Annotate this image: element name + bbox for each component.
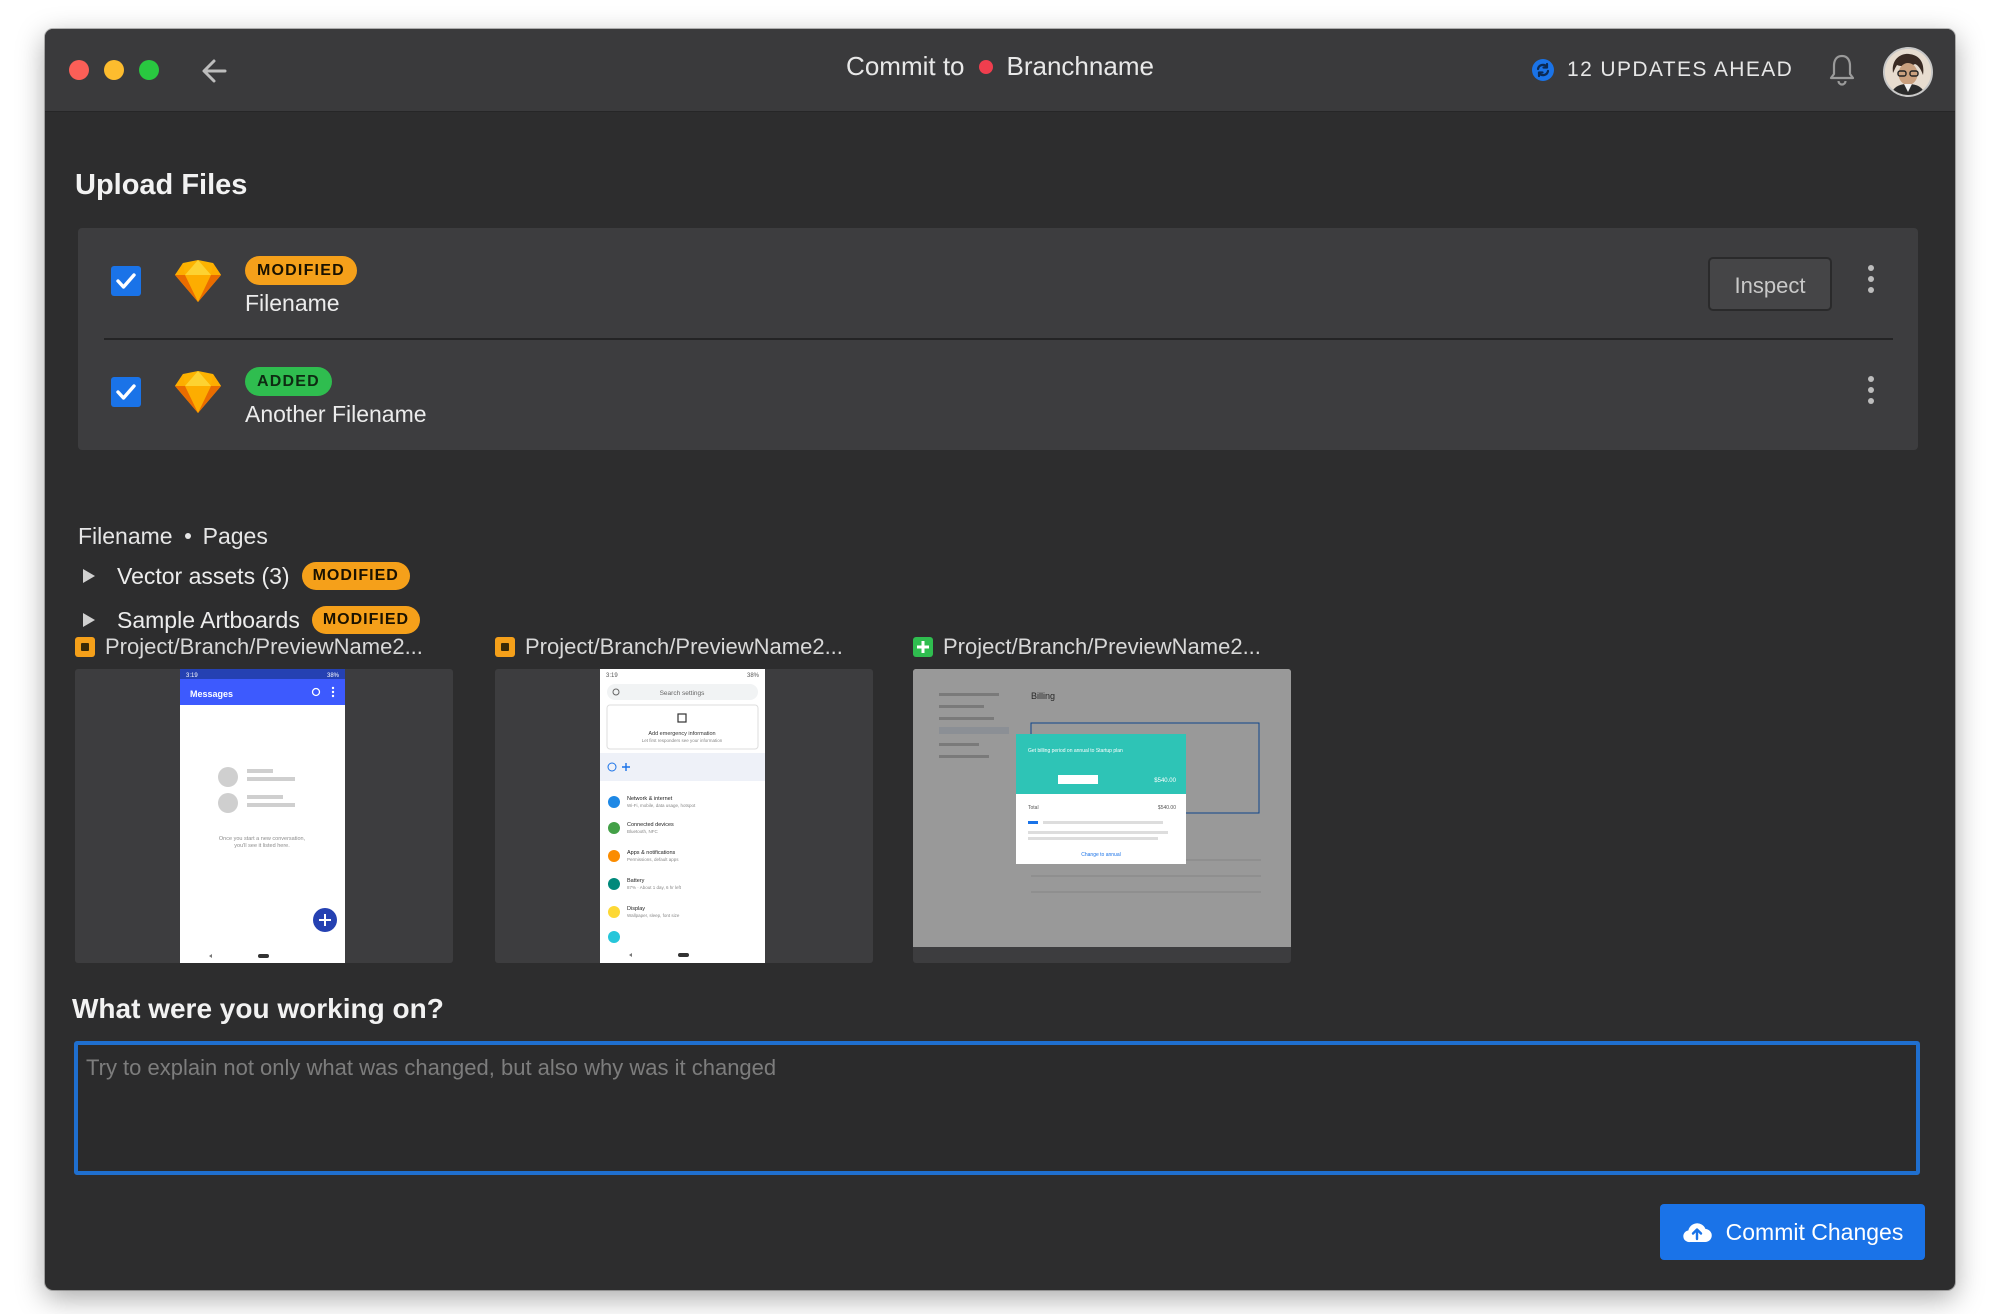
settings-item-subtitle: Permissions, default apps (627, 857, 679, 862)
preview-thumbnail: Billing Get billing period on annual to … (913, 669, 1291, 963)
settings-item-title: Battery (627, 878, 645, 884)
settings-item-subtitle: Bluetooth, NFC (627, 829, 659, 834)
settings-screen-thumbnail: 3:19 38% Search settings Add emergency i… (600, 669, 765, 963)
settings-item-title: Network & internet (627, 796, 673, 802)
preview-thumbnail: 3:19 38% Search settings Add emergency i… (495, 669, 873, 963)
preview-card[interactable]: Project/Branch/PreviewName2... 3:19 38% … (495, 625, 873, 963)
status-battery: 38% (327, 673, 340, 679)
breadcrumb-separator (184, 532, 191, 539)
card-title: Add emergency information (648, 731, 715, 737)
total-amount: $540.00 (1158, 805, 1176, 811)
settings-item-title: Connected devices (627, 822, 674, 828)
settings-item-subtitle: Wallpaper, sleep, font size (627, 913, 680, 918)
settings-item-subtitle: 87% · About 1 day, 6 hr left (627, 885, 682, 890)
breadcrumb-section[interactable]: Pages (203, 523, 268, 549)
branch-name[interactable]: Branchname (1007, 51, 1154, 81)
modified-square-icon (495, 637, 515, 657)
notifications-button[interactable] (1827, 53, 1857, 92)
modified-square-icon (75, 637, 95, 657)
file-name: Another Filename (245, 401, 427, 427)
avatar-image (1885, 49, 1931, 95)
inspect-button[interactable]: Inspect (1708, 257, 1832, 311)
modal-title: Get billing period on annual to Startup … (1028, 748, 1123, 754)
status-badge-modified: MODIFIED (245, 256, 357, 285)
upload-files-heading: Upload Files (75, 169, 248, 201)
file-checkbox[interactable] (111, 377, 141, 407)
tree-item-label: Vector assets (3) (117, 562, 290, 589)
updates-ahead-indicator[interactable]: 12 UPDATES AHEAD (1531, 55, 1793, 85)
tree-item-vector-assets[interactable]: Vector assets (3) MODIFIED (83, 560, 410, 592)
breadcrumb: Filename Pages (78, 523, 268, 550)
status-badge-modified: MODIFIED (301, 562, 410, 590)
modal-amount: $540.00 (1154, 778, 1176, 784)
file-name: Filename (245, 290, 340, 316)
branch-status-dot (978, 60, 993, 75)
file-checkbox[interactable] (111, 266, 141, 296)
more-options-icon[interactable] (1863, 376, 1879, 410)
status-time: 3:19 (186, 673, 198, 679)
updates-ahead-text: 12 UPDATES AHEAD (1567, 58, 1794, 81)
file-row[interactable]: ADDED Another Filename (78, 339, 1918, 449)
commit-message-input[interactable] (74, 1041, 1920, 1175)
total-label: Total (1028, 805, 1039, 811)
working-on-heading: What were you working on? (72, 993, 444, 1024)
messages-screen-thumbnail: 3:19 38% Messages Once you start a new c… (180, 669, 345, 963)
app-bar-title: Messages (190, 689, 233, 699)
added-plus-icon (913, 637, 933, 657)
settings-item-subtitle: Wi-Fi, mobile, data usage, hotspot (627, 803, 696, 808)
cloud-upload-icon (1682, 1223, 1712, 1243)
modal-link: Change to annual (1081, 852, 1120, 858)
billing-screen-thumbnail: Billing Get billing period on annual to … (913, 669, 1291, 947)
settings-item-title: Display (627, 906, 645, 912)
status-time: 3:19 (606, 673, 618, 679)
titlebar: Commit to Branchname 12 UPDATES AHEAD (45, 29, 1955, 112)
preview-label: Project/Branch/PreviewName2... (525, 634, 843, 659)
preview-card[interactable]: Project/Branch/PreviewName2... 3:19 38% … (75, 625, 453, 963)
more-options-icon[interactable] (1863, 265, 1879, 299)
preview-label: Project/Branch/PreviewName2... (105, 634, 423, 659)
status-badge-added: ADDED (245, 367, 332, 396)
title-prefix: Commit to (846, 51, 965, 81)
commit-changes-button[interactable]: Commit Changes (1660, 1204, 1925, 1260)
sketch-icon (175, 260, 221, 302)
commit-button-label: Commit Changes (1725, 1218, 1904, 1245)
bell-icon (1829, 54, 1855, 86)
preview-card[interactable]: Project/Branch/PreviewName2... Billing G… (913, 625, 1291, 963)
empty-state-line: Once you start a new conversation, (219, 836, 306, 842)
empty-state-line: you'll see it listed here. (234, 843, 290, 849)
checkmark-icon (116, 273, 136, 289)
user-avatar[interactable] (1883, 47, 1933, 97)
sketch-icon (175, 371, 221, 413)
status-battery: 38% (747, 673, 760, 679)
app-window: Commit to Branchname 12 UPDATES AHEAD Up… (45, 29, 1955, 1290)
files-list: MODIFIED Filename Inspect ADDED Another … (78, 228, 1918, 450)
preview-thumbnail: 3:19 38% Messages Once you start a new c… (75, 669, 453, 963)
sync-icon (1532, 59, 1554, 81)
file-row[interactable]: MODIFIED Filename Inspect (78, 228, 1918, 338)
search-placeholder: Search settings (660, 690, 706, 697)
card-subtitle: Let first responders see your informatio… (642, 738, 723, 743)
preview-label: Project/Branch/PreviewName2... (943, 634, 1261, 659)
expand-triangle-icon[interactable] (83, 569, 95, 583)
settings-item-title: Apps & notifications (627, 850, 676, 856)
breadcrumb-file[interactable]: Filename (78, 523, 173, 549)
checkmark-icon (116, 384, 136, 400)
